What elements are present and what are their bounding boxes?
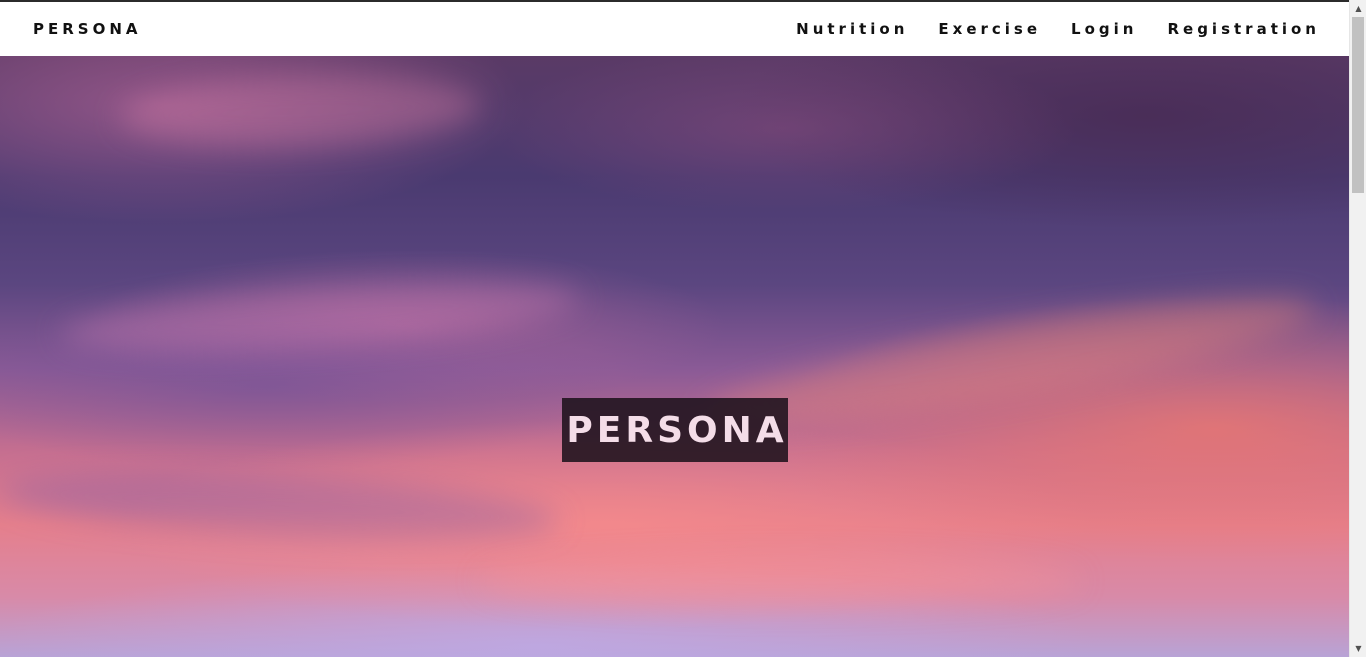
hero-title-box: PERSONA — [562, 398, 788, 462]
brand-logo-link[interactable]: PERSONA — [33, 20, 142, 38]
nav-link-nutrition[interactable]: Nutrition — [796, 20, 908, 38]
browser-viewport: PERSONA Nutrition Exercise Login Registr… — [0, 0, 1366, 657]
top-navbar: PERSONA Nutrition Exercise Login Registr… — [0, 2, 1349, 56]
hero-background-cloud — [58, 267, 582, 365]
hero-title: PERSONA — [566, 409, 788, 451]
hero-background-cloud — [480, 556, 1080, 606]
scroll-down-arrow-icon[interactable]: ▼ — [1350, 640, 1366, 657]
scrollbar-thumb[interactable] — [1352, 17, 1364, 193]
nav-link-login[interactable]: Login — [1071, 20, 1137, 38]
nav-links: Nutrition Exercise Login Registration — [796, 20, 1316, 38]
vertical-scrollbar[interactable]: ▲ ▼ — [1349, 0, 1366, 657]
hero-background-cloud — [698, 272, 1322, 450]
nav-link-registration[interactable]: Registration — [1167, 20, 1320, 38]
hero-background-cloud — [0, 461, 562, 551]
nav-link-exercise[interactable]: Exercise — [938, 20, 1041, 38]
hero-section: PERSONA — [0, 56, 1349, 657]
hero-background-cloud — [118, 69, 482, 153]
scroll-up-arrow-icon[interactable]: ▲ — [1350, 0, 1366, 17]
